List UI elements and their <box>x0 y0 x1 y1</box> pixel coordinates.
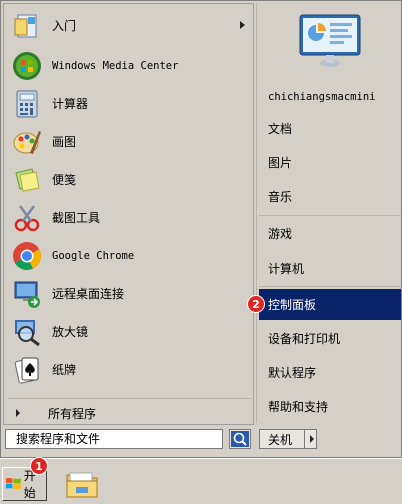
control-panel-item[interactable]: 控制面板 <box>259 289 401 320</box>
program-windows-media-center[interactable]: Windows Media Center <box>7 47 253 84</box>
search-input[interactable] <box>5 429 223 449</box>
program-label: 纸牌 <box>52 363 77 377</box>
user-picture[interactable] <box>296 13 364 69</box>
program-magnifier[interactable]: 放大镜 <box>7 313 253 350</box>
program-sticky-notes[interactable]: 便笺 <box>7 161 253 198</box>
music-label: 音乐 <box>268 190 293 204</box>
search-icon <box>231 431 249 447</box>
pictures-label: 图片 <box>268 156 293 170</box>
taskbar: 开始 1 <box>0 457 402 504</box>
program-snipping-tool[interactable]: 截图工具 <box>7 199 253 236</box>
shutdown-label: 关机 <box>268 432 293 447</box>
windows-media-center-icon <box>12 51 42 81</box>
start-menu: 入门 Windows Media Center 计算器 画图 便笺 截图工具 G… <box>0 0 402 458</box>
help-support-label: 帮助和支持 <box>268 400 329 414</box>
windows-logo-icon <box>5 477 21 490</box>
documents-label: 文档 <box>268 122 293 136</box>
program-calculator[interactable]: 计算器 <box>7 85 253 122</box>
program-google-chrome[interactable]: Google Chrome <box>7 237 253 274</box>
user-name-item[interactable]: chichiangsmacmini <box>259 81 401 112</box>
snipping-tool-icon <box>12 203 42 233</box>
games-item[interactable]: 游戏 <box>259 218 401 249</box>
search-button[interactable] <box>229 429 251 449</box>
right-separator <box>259 215 401 216</box>
program-label: 画图 <box>52 135 77 149</box>
getting-started-icon <box>12 11 42 41</box>
control-panel-picture-icon <box>299 14 361 67</box>
magnifier-icon <box>12 317 42 347</box>
program-label: Windows Media Center <box>52 59 179 72</box>
program-label: 放大镜 <box>52 325 89 339</box>
program-label: 截图工具 <box>52 211 101 225</box>
programs-pane: 入门 Windows Media Center 计算器 画图 便笺 截图工具 G… <box>3 3 254 425</box>
devices-printers-label: 设备和打印机 <box>268 332 341 346</box>
shutdown-button[interactable]: 关机 <box>259 429 317 449</box>
user-name-label: chichiangsmacmini <box>268 90 376 103</box>
default-programs-item[interactable]: 默认程序 <box>259 357 401 388</box>
program-label: 便笺 <box>52 173 77 187</box>
paint-icon <box>12 127 42 157</box>
remote-desktop-icon <box>12 279 42 309</box>
right-separator <box>259 286 401 287</box>
file-explorer-icon <box>66 472 98 498</box>
sticky-notes-icon <box>12 165 42 195</box>
games-label: 游戏 <box>268 227 293 241</box>
shutdown-divider <box>304 430 305 448</box>
program-label: 远程桌面连接 <box>52 287 125 301</box>
all-programs-button[interactable]: 所有程序 <box>7 401 253 425</box>
arrow-right-icon <box>16 409 20 417</box>
step-badge-2: 2 <box>247 295 265 313</box>
taskbar-file-explorer[interactable] <box>64 467 100 501</box>
program-remote-desktop[interactable]: 远程桌面连接 <box>7 275 253 312</box>
all-programs-label: 所有程序 <box>48 406 97 421</box>
default-programs-label: 默认程序 <box>268 366 317 380</box>
submenu-arrow-icon[interactable] <box>240 21 245 29</box>
programs-separator <box>8 398 252 399</box>
shutdown-options-arrow-icon[interactable] <box>310 435 314 443</box>
devices-printers-item[interactable]: 设备和打印机 <box>259 323 401 354</box>
computer-label: 计算机 <box>268 262 305 276</box>
chrome-icon <box>12 241 42 271</box>
solitaire-icon <box>12 355 42 385</box>
calculator-icon <box>12 89 42 119</box>
program-label: 入门 <box>52 19 77 33</box>
help-support-item[interactable]: 帮助和支持 <box>259 391 401 422</box>
program-label: 计算器 <box>52 97 89 111</box>
step-badge-1: 1 <box>30 457 48 475</box>
program-paint[interactable]: 画图 <box>7 123 253 160</box>
computer-item[interactable]: 计算机 <box>259 253 401 284</box>
program-getting-started[interactable]: 入门 <box>7 7 253 44</box>
program-label: Google Chrome <box>52 249 135 262</box>
music-item[interactable]: 音乐 <box>259 181 401 212</box>
control-panel-label: 控制面板 <box>268 298 317 312</box>
pictures-item[interactable]: 图片 <box>259 147 401 178</box>
pane-divider <box>256 3 257 423</box>
documents-item[interactable]: 文档 <box>259 113 401 144</box>
program-solitaire[interactable]: 纸牌 <box>7 351 253 388</box>
